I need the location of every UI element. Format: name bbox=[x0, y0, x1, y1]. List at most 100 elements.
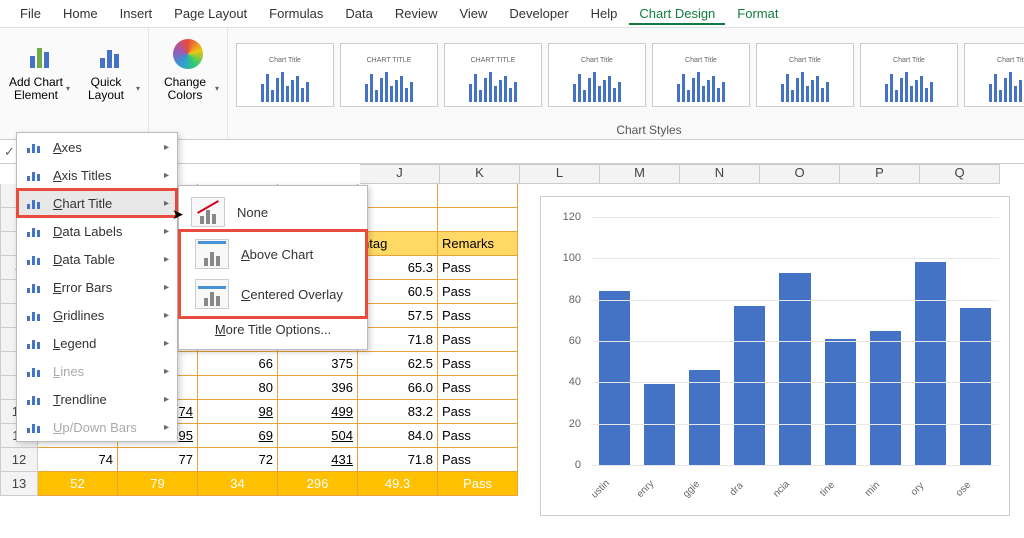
cell[interactable]: 431 bbox=[278, 448, 358, 472]
tab-home[interactable]: Home bbox=[53, 2, 108, 25]
cell[interactable]: Pass bbox=[438, 376, 518, 400]
cell[interactable]: 499 bbox=[278, 400, 358, 424]
cell[interactable]: 79 bbox=[118, 472, 198, 496]
cell[interactable]: Pass bbox=[438, 304, 518, 328]
quick-layout-button[interactable]: Quick Layout▾ bbox=[76, 32, 142, 135]
cell[interactable]: 77 bbox=[118, 448, 198, 472]
cell[interactable]: Pass bbox=[438, 280, 518, 304]
cell[interactable]: 375 bbox=[278, 352, 358, 376]
cell[interactable]: 396 bbox=[278, 376, 358, 400]
cell[interactable]: 62.5 bbox=[358, 352, 438, 376]
cell[interactable]: Pass bbox=[438, 328, 518, 352]
tab-chart-design[interactable]: Chart Design bbox=[629, 2, 725, 25]
menu-error-bars[interactable]: Error Bars▸ bbox=[17, 273, 177, 301]
cell[interactable]: Pass bbox=[438, 448, 518, 472]
cell[interactable] bbox=[438, 208, 518, 232]
cell[interactable]: Pass bbox=[438, 472, 518, 496]
chart-bar[interactable] bbox=[644, 384, 675, 465]
cell[interactable]: 74 bbox=[38, 448, 118, 472]
cell[interactable]: 72 bbox=[198, 448, 278, 472]
cell[interactable]: 296 bbox=[278, 472, 358, 496]
y-tick: 80 bbox=[569, 294, 581, 306]
cell[interactable]: 80 bbox=[198, 376, 278, 400]
chart-bar[interactable] bbox=[599, 291, 630, 465]
column-header-J[interactable]: J bbox=[360, 164, 440, 184]
cell[interactable] bbox=[358, 184, 438, 208]
column-header-M[interactable]: M bbox=[600, 164, 680, 184]
more-title-options[interactable]: More Title Options... bbox=[179, 316, 367, 343]
chart-style-1[interactable]: Chart Title bbox=[236, 43, 334, 107]
confirm-icon[interactable]: ✓ bbox=[4, 144, 15, 160]
chart-style-8[interactable]: Chart Title bbox=[964, 43, 1024, 107]
cell[interactable]: 57.5 bbox=[358, 304, 438, 328]
chart-bar[interactable] bbox=[960, 308, 991, 465]
cell[interactable]: 84.0 bbox=[358, 424, 438, 448]
tab-page-layout[interactable]: Page Layout bbox=[164, 2, 257, 25]
chart-title-above[interactable]: AAbove Chartbove Chart bbox=[183, 234, 363, 274]
row-header-12[interactable]: 12 bbox=[0, 448, 38, 472]
add-chart-element-button[interactable]: Add Chart Element▾ bbox=[6, 32, 72, 135]
cell[interactable]: Pass bbox=[438, 352, 518, 376]
cell[interactable]: 69 bbox=[198, 424, 278, 448]
row-header-13[interactable]: 13 bbox=[0, 472, 38, 496]
chart-style-7[interactable]: Chart Title bbox=[860, 43, 958, 107]
cell[interactable]: 60.5 bbox=[358, 280, 438, 304]
cell[interactable]: 66 bbox=[198, 352, 278, 376]
menu-gridlines[interactable]: Gridlines▸ bbox=[17, 301, 177, 329]
cell[interactable]: 52 bbox=[38, 472, 118, 496]
column-header-N[interactable]: N bbox=[680, 164, 760, 184]
tab-data[interactable]: Data bbox=[335, 2, 382, 25]
cell[interactable]: 34 bbox=[198, 472, 278, 496]
cell[interactable]: 83.2 bbox=[358, 400, 438, 424]
chart-style-5[interactable]: Chart Title bbox=[652, 43, 750, 107]
menu-data-labels[interactable]: Data Labels▸ bbox=[17, 217, 177, 245]
chart-style-4[interactable]: Chart Title bbox=[548, 43, 646, 107]
chart-style-6[interactable]: Chart Title bbox=[756, 43, 854, 107]
tab-view[interactable]: View bbox=[449, 2, 497, 25]
change-colors-button[interactable]: Change Colors▾ bbox=[155, 32, 221, 106]
cell[interactable]: 65.3 bbox=[358, 256, 438, 280]
tab-file[interactable]: File bbox=[10, 2, 51, 25]
tab-format[interactable]: Format bbox=[727, 2, 788, 25]
tab-formulas[interactable]: Formulas bbox=[259, 2, 333, 25]
tab-review[interactable]: Review bbox=[385, 2, 448, 25]
cell[interactable]: Pass bbox=[438, 400, 518, 424]
menu-axis-titles[interactable]: Axis Titles▸ bbox=[17, 161, 177, 189]
tab-help[interactable]: Help bbox=[581, 2, 628, 25]
cell[interactable] bbox=[438, 184, 518, 208]
cell[interactable]: Remarks bbox=[438, 232, 518, 256]
chart-bar[interactable] bbox=[870, 331, 901, 465]
menu-legend[interactable]: Legend▸ bbox=[17, 329, 177, 357]
column-header-O[interactable]: O bbox=[760, 164, 840, 184]
cell[interactable]: 71.8 bbox=[358, 448, 438, 472]
chart-title-none[interactable]: None bbox=[179, 192, 367, 232]
column-header-K[interactable]: K bbox=[440, 164, 520, 184]
cell[interactable]: 71.8 bbox=[358, 328, 438, 352]
menu-chart-title[interactable]: Chart Title▸ bbox=[17, 189, 177, 217]
cell[interactable]: 49.3 bbox=[358, 472, 438, 496]
cell[interactable]: 66.0 bbox=[358, 376, 438, 400]
menu-trendline[interactable]: Trendline▸ bbox=[17, 385, 177, 413]
chart-bar[interactable] bbox=[689, 370, 720, 465]
menu-data-table[interactable]: Data Table▸ bbox=[17, 245, 177, 273]
chart-bar[interactable] bbox=[779, 273, 810, 465]
tab-insert[interactable]: Insert bbox=[110, 2, 163, 25]
cell[interactable]: Pass bbox=[438, 256, 518, 280]
chart-style-3[interactable]: CHART TITLE bbox=[444, 43, 542, 107]
column-header-P[interactable]: P bbox=[840, 164, 920, 184]
chart-style-2[interactable]: CHART TITLE bbox=[340, 43, 438, 107]
cell[interactable] bbox=[358, 208, 438, 232]
chart-bar[interactable] bbox=[734, 306, 765, 465]
embedded-chart[interactable]: 020406080100120 ustinenryggiedranciatine… bbox=[540, 196, 1010, 516]
tab-developer[interactable]: Developer bbox=[499, 2, 578, 25]
cell[interactable]: 504 bbox=[278, 424, 358, 448]
cell[interactable]: 98 bbox=[198, 400, 278, 424]
chart-title-centered[interactable]: Centered Overlay bbox=[183, 274, 363, 314]
cell[interactable]: Pass bbox=[438, 424, 518, 448]
column-header-L[interactable]: L bbox=[520, 164, 600, 184]
chart-bar[interactable] bbox=[825, 339, 856, 465]
column-header-Q[interactable]: Q bbox=[920, 164, 1000, 184]
cell[interactable]: ntag bbox=[358, 232, 438, 256]
chart-bar[interactable] bbox=[915, 262, 946, 465]
menu-axes[interactable]: Axes▸ bbox=[17, 133, 177, 161]
